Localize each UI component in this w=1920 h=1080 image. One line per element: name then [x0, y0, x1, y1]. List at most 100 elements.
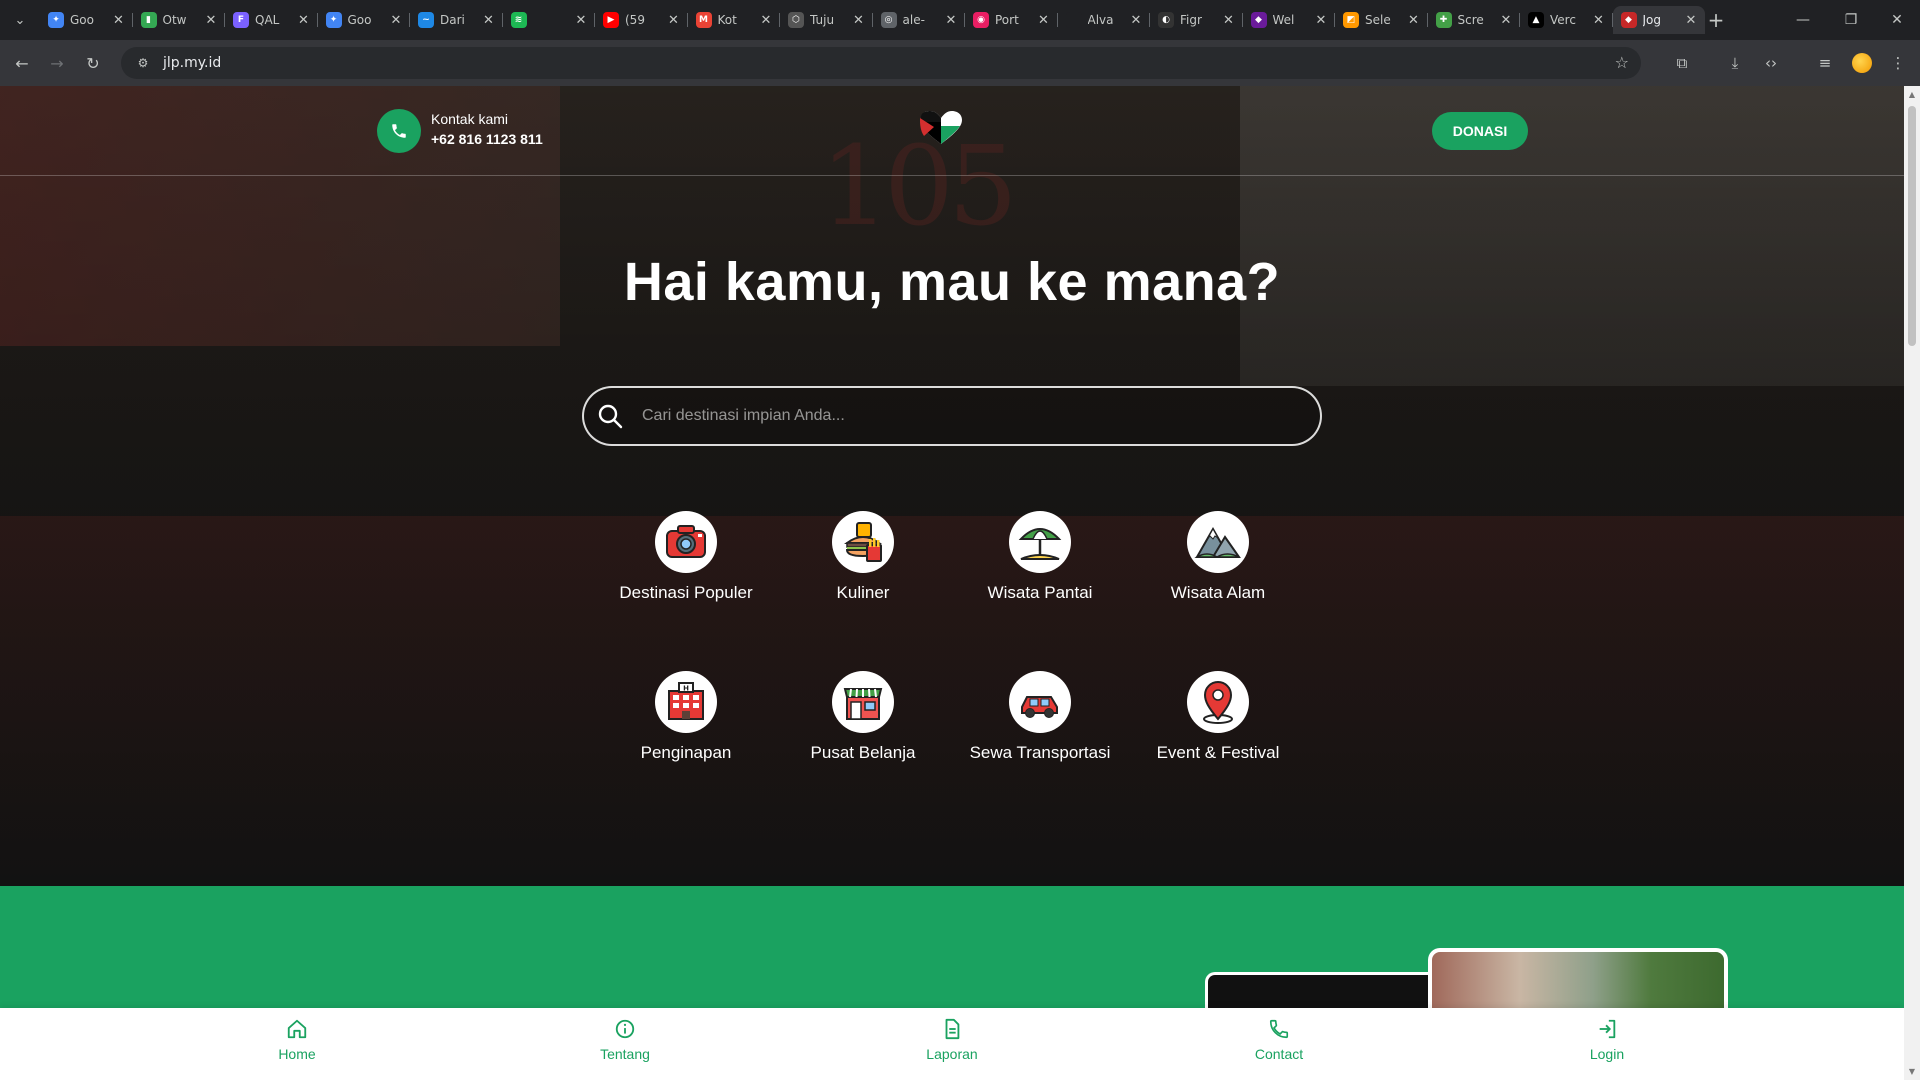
bookmark-star-icon[interactable]: ☆	[1615, 53, 1629, 72]
nav-label: Home	[278, 1046, 316, 1062]
tab-close-icon[interactable]: ✕	[296, 13, 312, 28]
tab-close-icon[interactable]: ✕	[1221, 13, 1237, 28]
tab-title: Goo	[70, 13, 94, 27]
browser-tab[interactable]: Alva ✕	[1058, 6, 1150, 34]
nav-laporan[interactable]: Laporan	[892, 1018, 1012, 1062]
browser-tab[interactable]: M Kot ✕	[688, 6, 780, 34]
home-icon	[287, 1019, 307, 1039]
contact-title: Kontak kami	[431, 111, 509, 127]
browser-tab[interactable]: ◉ Port ✕	[965, 6, 1058, 34]
browser-tab[interactable]: ▶ (59 ✕	[595, 6, 688, 34]
site-info-icon[interactable]: ⚙	[129, 47, 157, 79]
browser-tab[interactable]: ◆ Wel ✕	[1243, 6, 1335, 34]
new-tab-icon[interactable]: +	[1704, 8, 1728, 32]
site-logo[interactable]	[918, 110, 964, 146]
tab-title: ale-	[902, 13, 925, 27]
tab-title: Wel	[1272, 13, 1295, 27]
category-label: Wisata Alam	[1170, 583, 1266, 602]
devtools-icon[interactable]: ‹›	[1759, 51, 1783, 75]
site-header: Kontak kami +62 816 1123 811 DONASI	[0, 86, 1904, 176]
category-label: Pusat Belanja	[810, 743, 916, 762]
tab-close-icon[interactable]: ✕	[851, 13, 867, 28]
tab-close-icon[interactable]: ✕	[203, 13, 219, 28]
profile-avatar[interactable]	[1852, 53, 1872, 73]
tab-close-icon[interactable]: ✕	[943, 13, 959, 28]
tab-title: (59	[625, 13, 645, 27]
browser-tab[interactable]: ◎ ale- ✕	[873, 6, 965, 34]
category-label: Kuliner	[836, 583, 890, 602]
nav-contact[interactable]: Contact	[1219, 1018, 1339, 1062]
menu-dots-icon[interactable]: ⋮	[1886, 51, 1910, 75]
back-icon[interactable]: ←	[10, 51, 34, 75]
tab-close-icon[interactable]: ✕	[758, 13, 774, 28]
page-scrollbar[interactable]: ▲ ▼	[1904, 86, 1920, 1080]
category-sewa-transportasi[interactable]: Sewa Transportasi	[950, 671, 1130, 763]
close-window-icon[interactable]: ✕	[1874, 0, 1920, 40]
shop-icon	[832, 671, 894, 733]
tab-close-icon[interactable]: ✕	[573, 13, 589, 28]
category-kuliner[interactable]: Kuliner	[773, 511, 953, 603]
tab-close-icon[interactable]: ✕	[666, 13, 682, 28]
tab-search-chevron-icon[interactable]: ⌄	[6, 8, 34, 32]
minimize-icon[interactable]: —	[1780, 0, 1826, 40]
category-wisata-pantai[interactable]: Wisata Pantai	[950, 511, 1130, 603]
category-wisata-alam[interactable]: Wisata Alam	[1128, 511, 1308, 603]
download-icon[interactable]: ⤓	[1723, 51, 1747, 75]
category-event-festival[interactable]: Event & Festival	[1128, 671, 1308, 763]
category-destinasi-populer[interactable]: Destinasi Populer	[596, 511, 776, 603]
search-bar[interactable]	[582, 386, 1322, 446]
browser-tab[interactable]: ▮ Otw ✕	[133, 6, 225, 34]
donate-button[interactable]: DONASI	[1432, 112, 1528, 150]
reload-icon[interactable]: ↻	[81, 51, 105, 75]
contact-phone-icon[interactable]	[377, 109, 421, 153]
tab-favicon-icon: ✚	[1435, 12, 1452, 28]
category-label: Event & Festival	[1156, 743, 1280, 762]
tab-close-icon[interactable]: ✕	[111, 13, 127, 28]
search-input[interactable]	[642, 398, 1282, 434]
tab-close-icon[interactable]: ✕	[481, 13, 497, 28]
browser-tab[interactable]: ✦ Goo ✕	[318, 6, 410, 34]
browser-tab[interactable]: ◐ Figr ✕	[1150, 6, 1243, 34]
nav-login[interactable]: Login	[1547, 1018, 1667, 1062]
browser-tab[interactable]: ⬡ Tuju ✕	[780, 6, 873, 34]
url-text[interactable]: jlp.my.id	[163, 55, 221, 71]
browser-tab[interactable]: ◆ Jog ✕	[1612, 6, 1705, 34]
tab-close-icon[interactable]: ✕	[1591, 13, 1607, 28]
address-bar[interactable]: ⚙ jlp.my.id ☆	[121, 47, 1641, 79]
category-penginapan[interactable]: H Penginapan	[596, 671, 776, 763]
scrollbar-thumb[interactable]	[1908, 106, 1916, 346]
tab-close-icon[interactable]: ✕	[1036, 13, 1052, 28]
tab-close-icon[interactable]: ✕	[388, 13, 404, 28]
browser-tab[interactable]: ✚ Scre ✕	[1428, 6, 1520, 34]
camera-icon	[655, 511, 717, 573]
restore-icon[interactable]: ❐	[1828, 0, 1874, 40]
tab-close-icon[interactable]: ✕	[1406, 13, 1422, 28]
nav-label: Laporan	[926, 1046, 978, 1062]
tab-close-icon[interactable]: ✕	[1128, 13, 1144, 28]
category-pusat-belanja[interactable]: Pusat Belanja	[773, 671, 953, 763]
browser-tab[interactable]: ▲ Verc ✕	[1520, 6, 1613, 34]
nav-label: Login	[1589, 1046, 1625, 1062]
browser-tab[interactable]: ◩ Sele ✕	[1335, 6, 1428, 34]
browser-tab[interactable]: ≋ ✕	[503, 6, 595, 34]
browser-tab[interactable]: ✦ Goo ✕	[40, 6, 133, 34]
forward-icon[interactable]: →	[45, 51, 69, 75]
tab-favicon-icon: ◆	[1250, 12, 1267, 28]
scroll-down-icon[interactable]: ▼	[1907, 1067, 1917, 1076]
tab-close-icon[interactable]: ✕	[1498, 13, 1514, 28]
browser-tab[interactable]: ~ Dari ✕	[410, 6, 503, 34]
browser-tab[interactable]: F QAL ✕	[225, 6, 318, 34]
tab-list: ✦ Goo ✕ ▮ Otw ✕ F QAL ✕ ✦ Goo ✕ ~ Dari ✕ ≋ ✕ ▶ (59 ✕ M Kot ✕ ⬡ T…	[40, 6, 1705, 34]
tab-close-icon[interactable]: ✕	[1683, 13, 1699, 28]
nav-home[interactable]: Home	[237, 1018, 357, 1062]
tab-close-icon[interactable]: ✕	[1313, 13, 1329, 28]
scroll-up-icon[interactable]: ▲	[1907, 90, 1917, 99]
extensions-icon[interactable]: ⧉	[1670, 51, 1694, 75]
nav-tentang[interactable]: Tentang	[565, 1018, 685, 1062]
tab-title: Port	[995, 13, 1019, 27]
tab-favicon-icon: ◆	[1620, 12, 1637, 28]
tab-title: Figr	[1180, 13, 1202, 27]
contact-phone-number[interactable]: +62 816 1123 811	[431, 131, 543, 147]
media-control-icon[interactable]: ≡	[1813, 51, 1837, 75]
hero-headline: Hai kamu, mau ke mana?	[623, 252, 1281, 312]
